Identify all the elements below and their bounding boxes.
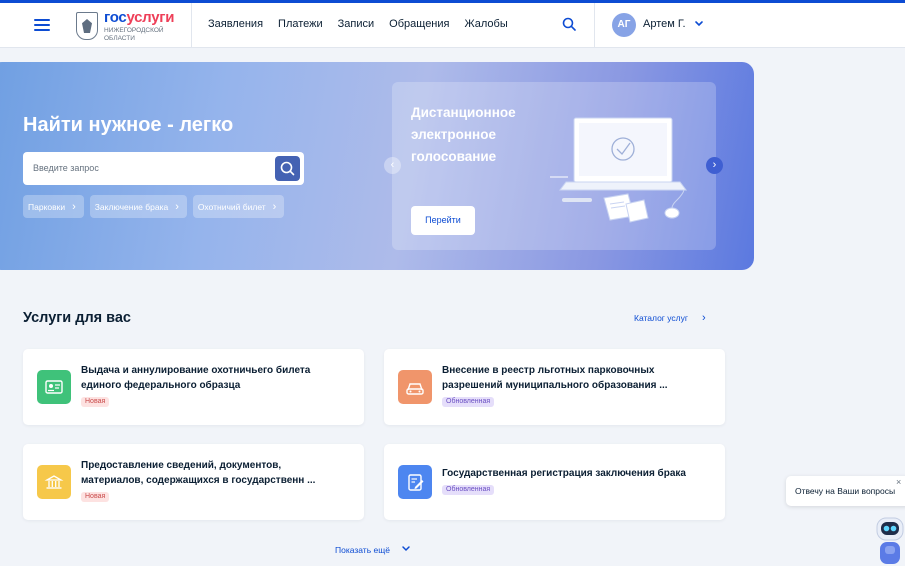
nav-item-records[interactable]: Записи <box>338 18 375 30</box>
chip-label: Охотничий билет <box>197 201 266 212</box>
catalog-link[interactable]: Каталог услуг <box>634 313 688 323</box>
search-icon <box>280 161 295 176</box>
status-badge: Новая <box>81 492 110 502</box>
chevron-right-icon: › <box>175 200 179 213</box>
building-icon <box>37 465 71 499</box>
chip-label: Парковки <box>28 201 66 212</box>
nav-item-applications[interactable]: Заявления <box>208 18 263 30</box>
logo-region: Нижегородской области <box>104 27 164 42</box>
hero-search-box <box>23 152 304 185</box>
carousel-next-button[interactable]: › <box>706 157 723 174</box>
service-card[interactable]: Предоставление сведений, документов, мат… <box>23 444 364 520</box>
chevron-down-icon[interactable] <box>401 544 411 554</box>
chip-label: Заключение брака <box>94 201 169 212</box>
service-card[interactable]: Выдача и аннулирование охотничьего билет… <box>23 349 364 425</box>
promo-button[interactable]: Перейти <box>411 206 475 235</box>
nav-item-complaints[interactable]: Жалобы <box>464 18 507 30</box>
chip-parking[interactable]: Парковки › <box>23 195 84 218</box>
section-title: Услуги для вас <box>23 310 131 326</box>
logo-main-part2: услуги <box>126 9 175 27</box>
car-icon <box>398 370 432 404</box>
chat-prompt[interactable]: Отвечу на Ваши вопросы <box>786 476 905 506</box>
status-badge: Новая <box>81 397 110 407</box>
service-card[interactable]: Внесение в реестр льготных парковочных р… <box>384 349 725 425</box>
divider <box>594 3 595 48</box>
logo-main-part1: гос <box>104 9 127 27</box>
main-nav: Заявления Платежи Записи Обращения Жалоб… <box>208 18 523 30</box>
chevron-right-icon: › <box>72 200 76 213</box>
card-title: Государственная регистрация заключения б… <box>442 468 686 479</box>
card-title: Внесение в реестр льготных парковочных р… <box>442 365 668 391</box>
search-button[interactable] <box>275 156 300 181</box>
close-icon[interactable]: × <box>896 477 901 487</box>
user-name[interactable]: Артем Г. <box>643 18 686 30</box>
divider <box>191 3 192 48</box>
carousel-prev-button[interactable]: ‹ <box>384 157 401 174</box>
search-icon[interactable] <box>562 17 576 31</box>
quick-links: Парковки › Заключение брака › Охотничий би… <box>23 195 290 218</box>
card-title: Предоставление сведений, документов, мат… <box>81 460 316 486</box>
promo-slide: Дистанционное электронное голосование Пе… <box>392 82 716 250</box>
nav-item-appeals[interactable]: Обращения <box>389 18 449 30</box>
service-card[interactable]: Государственная регистрация заключения б… <box>384 444 725 520</box>
avatar[interactable]: АГ <box>612 13 636 37</box>
hero-title: Найти нужное - легко <box>23 114 234 136</box>
show-more-button[interactable]: Показать ещё <box>335 545 390 555</box>
logo-text: госуслуги Нижегородской области <box>104 10 174 41</box>
menu-icon[interactable] <box>34 19 50 31</box>
chip-hunting-license[interactable]: Охотничий билет › <box>192 195 285 218</box>
document-edit-icon <box>398 465 432 499</box>
crest-icon <box>76 12 98 40</box>
id-card-icon <box>37 370 71 404</box>
status-badge: Обновленная <box>442 397 495 407</box>
chevron-right-icon: › <box>272 200 277 213</box>
header: госуслуги Нижегородской области Заявлени… <box>0 3 905 48</box>
card-title: Выдача и аннулирование охотничьего билет… <box>81 365 311 391</box>
search-input[interactable] <box>33 160 263 176</box>
chevron-right-icon[interactable]: › <box>702 312 706 324</box>
laptop-vote-illustration <box>550 117 687 223</box>
hero-banner: Найти нужное - легко Парковки › Заключени… <box>0 62 754 270</box>
chip-marriage[interactable]: Заключение брака › <box>89 195 187 218</box>
logo[interactable]: госуслуги Нижегородской области <box>76 10 174 42</box>
nav-item-payments[interactable]: Платежи <box>278 18 323 30</box>
chevron-down-icon[interactable] <box>694 20 704 28</box>
status-badge: Обновленная <box>442 485 495 495</box>
promo-title: Дистанционное электронное голосование <box>411 105 516 164</box>
chat-robot-icon[interactable] <box>874 516 905 566</box>
